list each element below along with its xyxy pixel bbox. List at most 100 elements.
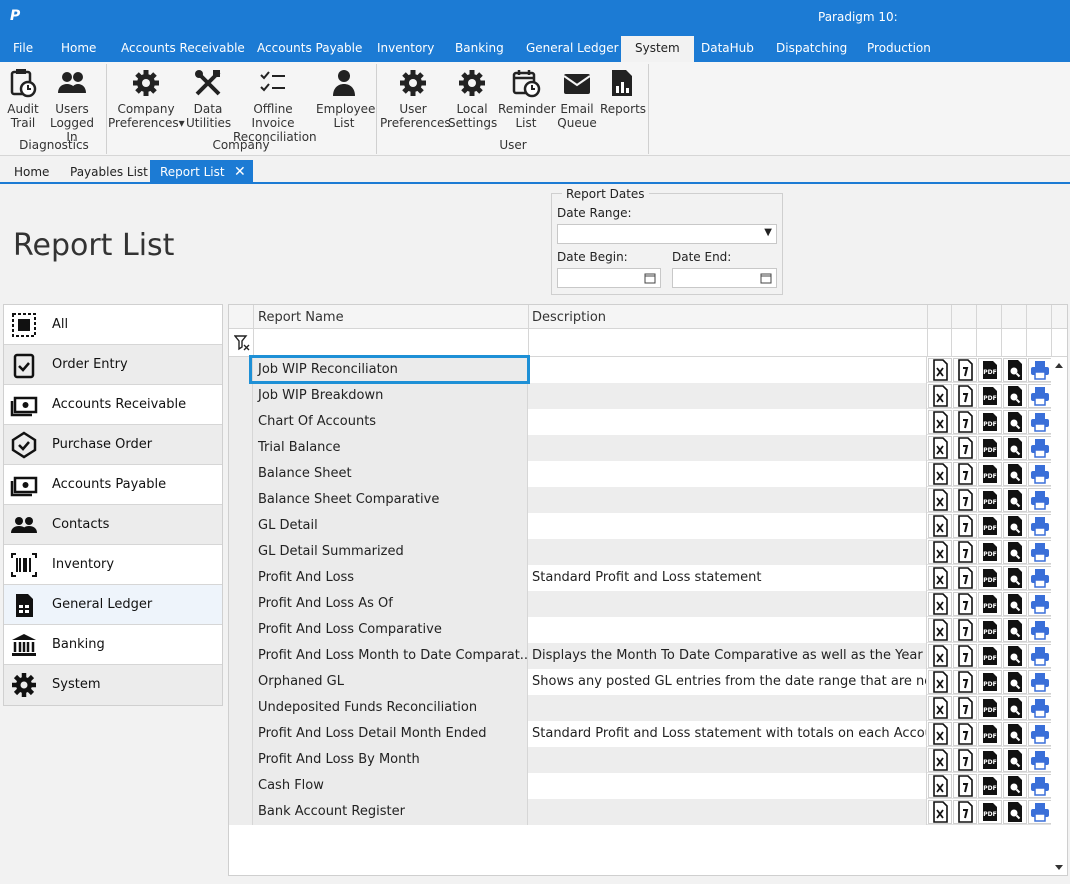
word-button[interactable] bbox=[953, 436, 977, 460]
report-name-cell[interactable]: Profit And Loss Month to Date Comparat..… bbox=[253, 643, 528, 669]
date-begin-field[interactable] bbox=[557, 268, 661, 288]
row-selector[interactable] bbox=[229, 747, 253, 773]
nav-item-order-entry[interactable]: Order Entry bbox=[4, 345, 222, 385]
row-selector[interactable] bbox=[229, 565, 253, 591]
preview-button[interactable] bbox=[1003, 774, 1027, 798]
pdf-button[interactable]: PDF bbox=[978, 540, 1002, 564]
print-button[interactable] bbox=[1028, 592, 1052, 616]
description-cell[interactable]: Standard Profit and Loss statement with … bbox=[528, 721, 927, 747]
employee-list-button[interactable]: Employee List bbox=[316, 68, 375, 130]
print-button[interactable] bbox=[1028, 410, 1052, 434]
row-selector[interactable] bbox=[229, 669, 253, 695]
preview-button[interactable] bbox=[1003, 670, 1027, 694]
row-selector[interactable] bbox=[229, 409, 253, 435]
excel-button[interactable] bbox=[928, 488, 952, 512]
nav-item-all[interactable]: All bbox=[4, 305, 222, 345]
excel-button[interactable] bbox=[928, 696, 952, 720]
excel-button[interactable] bbox=[928, 358, 952, 382]
description-cell[interactable] bbox=[528, 435, 927, 461]
table-row[interactable]: Job WIP Breakdown PDF bbox=[229, 383, 1067, 409]
excel-button[interactable] bbox=[928, 722, 952, 746]
menu-datahub[interactable]: DataHub bbox=[701, 36, 754, 62]
pdf-button[interactable]: PDF bbox=[978, 592, 1002, 616]
word-button[interactable] bbox=[953, 384, 977, 408]
excel-button[interactable] bbox=[928, 618, 952, 642]
description-cell[interactable] bbox=[528, 461, 927, 487]
description-cell[interactable] bbox=[528, 513, 927, 539]
preview-button[interactable] bbox=[1003, 358, 1027, 382]
table-row[interactable]: Trial Balance PDF bbox=[229, 435, 1067, 461]
preview-button[interactable] bbox=[1003, 540, 1027, 564]
nav-item-accounts-payable[interactable]: Accounts Payable bbox=[4, 465, 222, 505]
table-row[interactable]: Undeposited Funds Reconciliation PDF bbox=[229, 695, 1067, 721]
preview-button[interactable] bbox=[1003, 644, 1027, 668]
excel-button[interactable] bbox=[928, 566, 952, 590]
row-selector[interactable] bbox=[229, 773, 253, 799]
table-row[interactable]: Chart Of Accounts PDF bbox=[229, 409, 1067, 435]
print-button[interactable] bbox=[1028, 436, 1052, 460]
pdf-button[interactable]: PDF bbox=[978, 462, 1002, 486]
user-preferences-button[interactable]: User Preferences bbox=[380, 68, 451, 130]
preview-button[interactable] bbox=[1003, 696, 1027, 720]
word-button[interactable] bbox=[953, 566, 977, 590]
nav-item-inventory[interactable]: Inventory bbox=[4, 545, 222, 585]
menu-inventory[interactable]: Inventory bbox=[377, 36, 434, 62]
report-name-cell[interactable]: Balance Sheet bbox=[253, 461, 528, 487]
tab-report-list[interactable]: Report List ✕ bbox=[150, 160, 253, 184]
row-selector[interactable] bbox=[229, 435, 253, 461]
report-name-cell[interactable]: GL Detail bbox=[253, 513, 528, 539]
table-row[interactable]: Cash Flow PDF bbox=[229, 773, 1067, 799]
preview-button[interactable] bbox=[1003, 566, 1027, 590]
pdf-button[interactable]: PDF bbox=[978, 514, 1002, 538]
description-cell[interactable] bbox=[528, 409, 927, 435]
print-button[interactable] bbox=[1028, 514, 1052, 538]
description-cell[interactable] bbox=[528, 487, 927, 513]
nav-item-purchase-order[interactable]: Purchase Order bbox=[4, 425, 222, 465]
pdf-button[interactable]: PDF bbox=[978, 436, 1002, 460]
excel-button[interactable] bbox=[928, 748, 952, 772]
preview-button[interactable] bbox=[1003, 462, 1027, 486]
reminder-list-button[interactable]: Reminder List bbox=[498, 68, 556, 130]
table-row[interactable]: Profit And Loss Detail Month Ended Standa… bbox=[229, 721, 1067, 747]
row-selector[interactable] bbox=[229, 617, 253, 643]
row-selector[interactable] bbox=[229, 721, 253, 747]
email-queue-button[interactable]: Email Queue bbox=[556, 68, 598, 130]
scroll-up-arrow[interactable] bbox=[1055, 363, 1063, 368]
table-row[interactable]: Orphaned GL Shows any posted GL entries f… bbox=[229, 669, 1067, 695]
description-cell[interactable] bbox=[528, 539, 927, 565]
print-button[interactable] bbox=[1028, 540, 1052, 564]
table-row[interactable]: GL Detail Summarized PDF bbox=[229, 539, 1067, 565]
preview-button[interactable] bbox=[1003, 722, 1027, 746]
menu-file[interactable]: File bbox=[13, 36, 33, 62]
pdf-button[interactable]: PDF bbox=[978, 644, 1002, 668]
menu-system[interactable]: System bbox=[621, 36, 694, 62]
excel-button[interactable] bbox=[928, 436, 952, 460]
description-cell[interactable] bbox=[528, 773, 927, 799]
print-button[interactable] bbox=[1028, 670, 1052, 694]
print-button[interactable] bbox=[1028, 774, 1052, 798]
word-button[interactable] bbox=[953, 358, 977, 382]
word-button[interactable] bbox=[953, 488, 977, 512]
word-button[interactable] bbox=[953, 696, 977, 720]
report-name-cell[interactable]: Job WIP Breakdown bbox=[253, 383, 528, 409]
excel-button[interactable] bbox=[928, 800, 952, 824]
pdf-button[interactable]: PDF bbox=[978, 618, 1002, 642]
row-selector[interactable] bbox=[229, 695, 253, 721]
scroll-down-arrow[interactable] bbox=[1055, 865, 1063, 870]
date-range-select[interactable]: ▼ bbox=[557, 224, 777, 244]
description-cell[interactable] bbox=[528, 799, 927, 825]
print-button[interactable] bbox=[1028, 488, 1052, 512]
report-name-cell[interactable]: Profit And Loss Detail Month Ended bbox=[253, 721, 528, 747]
preview-button[interactable] bbox=[1003, 436, 1027, 460]
table-row[interactable]: Balance Sheet PDF bbox=[229, 461, 1067, 487]
excel-button[interactable] bbox=[928, 514, 952, 538]
data-utilities-button[interactable]: Data Utilities bbox=[186, 68, 231, 130]
close-icon[interactable]: ✕ bbox=[234, 160, 246, 184]
menu-general-ledger[interactable]: General Ledger bbox=[526, 36, 619, 62]
menu-accounts-receivable[interactable]: Accounts Receivable bbox=[121, 36, 245, 62]
print-button[interactable] bbox=[1028, 800, 1052, 824]
report-name-cell[interactable]: Bank Account Register bbox=[253, 799, 528, 825]
table-row[interactable]: Profit And Loss As Of PDF bbox=[229, 591, 1067, 617]
local-settings-button[interactable]: Local Settings bbox=[448, 68, 497, 130]
preview-button[interactable] bbox=[1003, 592, 1027, 616]
